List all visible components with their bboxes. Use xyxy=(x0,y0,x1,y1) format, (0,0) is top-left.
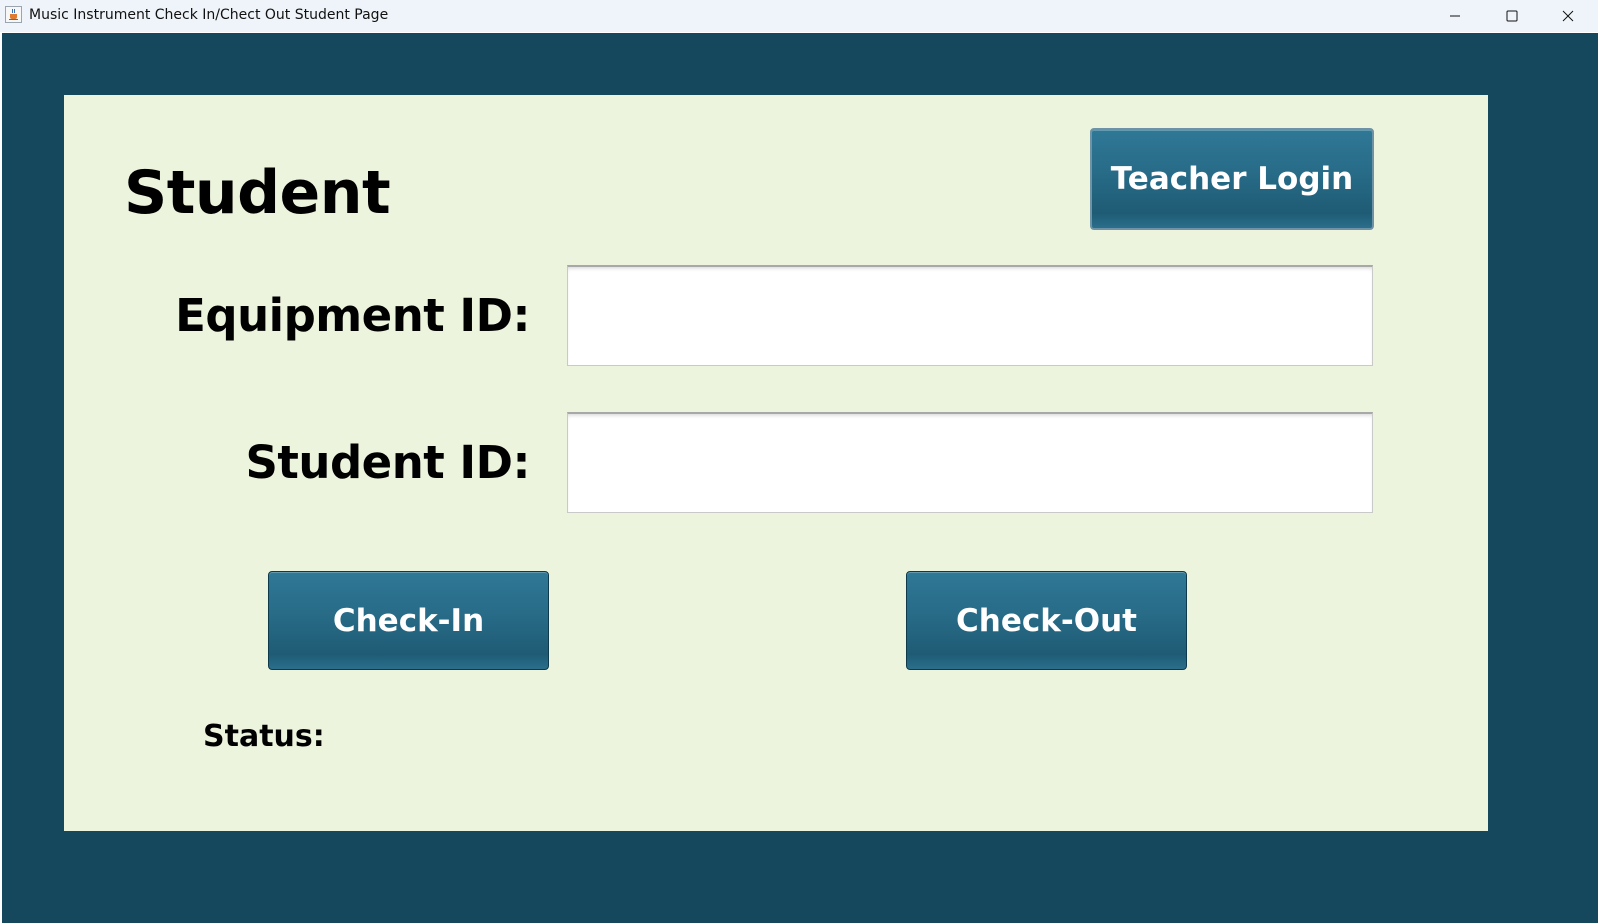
minimize-icon xyxy=(1450,15,1460,17)
java-app-icon xyxy=(5,6,22,23)
title-bar: Music Instrument Check In/Chect Out Stud… xyxy=(0,0,1598,32)
page-title: Student xyxy=(124,158,391,228)
check-out-button[interactable]: Check-Out xyxy=(906,571,1187,670)
student-id-input[interactable] xyxy=(567,412,1373,513)
maximize-icon xyxy=(1506,10,1518,22)
close-button[interactable] xyxy=(1540,0,1596,32)
student-id-label: Student ID: xyxy=(245,436,531,489)
equipment-id-label: Equipment ID: xyxy=(175,289,530,342)
window-title: Music Instrument Check In/Chect Out Stud… xyxy=(29,7,389,23)
equipment-id-input[interactable] xyxy=(567,265,1373,366)
maximize-button[interactable] xyxy=(1484,0,1540,32)
teacher-login-button[interactable]: Teacher Login xyxy=(1090,128,1374,230)
check-in-button[interactable]: Check-In xyxy=(268,571,549,670)
app-window: Music Instrument Check In/Chect Out Stud… xyxy=(0,0,1598,923)
status-label: Status: xyxy=(203,719,325,754)
close-icon xyxy=(1562,10,1574,22)
minimize-button[interactable] xyxy=(1427,0,1483,32)
